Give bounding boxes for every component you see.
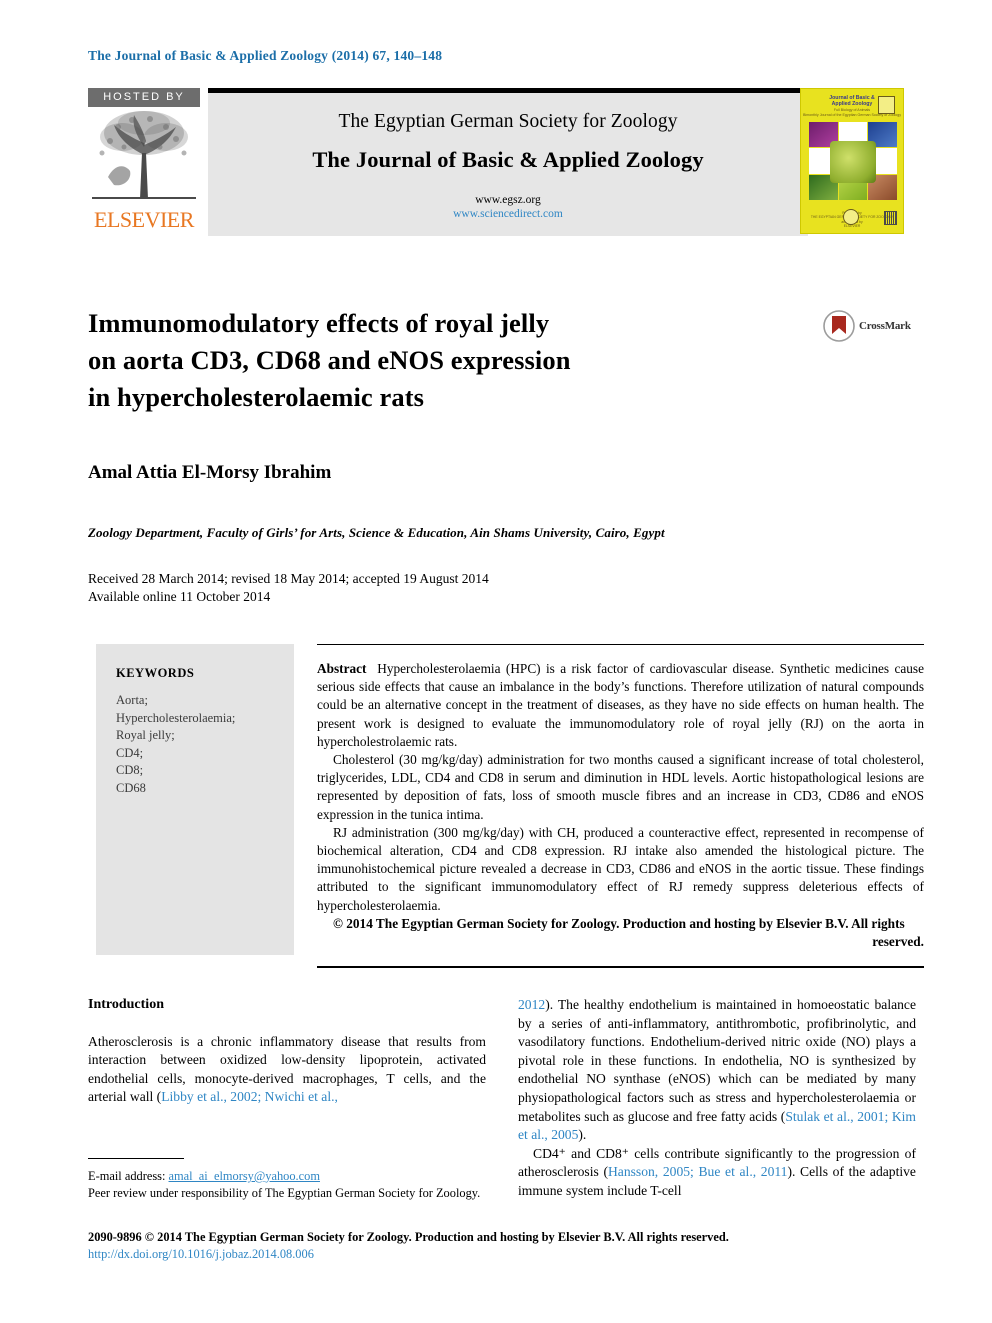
author-affiliation: Zoology Department, Faculty of Girls’ fo… <box>88 525 665 540</box>
sciencedirect-url[interactable]: www.sciencedirect.com <box>208 207 808 221</box>
abstract-copyright: © 2014 The Egyptian German Society for Z… <box>317 915 924 951</box>
society-name: The Egyptian German Society for Zoology <box>338 111 678 132</box>
abstract-top-rule <box>317 644 924 646</box>
elsevier-tree-icon <box>88 107 200 207</box>
email-label: E-mail address: <box>88 1169 166 1183</box>
keywords-list: Aorta; Hypercholesterolaemia; Royal jell… <box>116 692 235 797</box>
citation-link[interactable]: Libby et al., 2002; Nwichi et al., <box>161 1089 338 1104</box>
abstract-label: Abstract <box>317 661 367 676</box>
email-link[interactable]: amal_ai_elmorsy@yahoo.com <box>169 1169 320 1183</box>
title-line-1: Immunomodulatory effects of royal jelly <box>88 308 550 338</box>
citation-link[interactable]: 2012 <box>518 997 545 1012</box>
doi-link[interactable]: http://dx.doi.org/10.1016/j.jobaz.2014.0… <box>88 1246 918 1263</box>
keyword-item: Hypercholesterolaemia; <box>116 710 236 725</box>
copyright-tail: reserved. <box>872 934 924 950</box>
peer-review-note: Peer review under responsibility of The … <box>88 1185 481 1200</box>
keyword-item: CD68 <box>116 780 146 795</box>
email-line: E-mail address: amal_ai_elmorsy@yahoo.co… <box>88 1168 486 1185</box>
crossmark-badge[interactable]: CrossMark <box>823 310 923 344</box>
abstract-text-1: Hypercholesterolaemia (HPC) is a risk fa… <box>317 661 924 749</box>
citation-link[interactable]: Hansson, 2005; Bue et al., 2011 <box>608 1164 788 1179</box>
issn-copyright-line: 2090-9896 © 2014 The Egyptian German Soc… <box>88 1230 729 1244</box>
journal-urls: www.egsz.org www.sciencedirect.com <box>208 173 808 221</box>
keywords-heading: KEYWORDS <box>116 666 195 680</box>
keywords-box: KEYWORDS Aorta; Hypercholesterolaemia; R… <box>96 644 294 955</box>
keyword-item: CD8; <box>116 763 144 777</box>
author-name: Amal Attia El-Morsy Ibrahim <box>88 462 332 483</box>
elsevier-wordmark: ELSEVIER <box>94 207 194 232</box>
body-column-right: 2012). The healthy endothelium is mainta… <box>518 996 916 1201</box>
received-date: Received 28 March 2014; revised 18 May 2… <box>88 571 489 586</box>
section-heading-introduction: Introduction <box>88 997 164 1012</box>
cover-barcode-icon <box>884 211 897 225</box>
copyright-text: © 2014 The Egyptian German Society for Z… <box>333 915 905 931</box>
intro-paragraph-right: 2012). The healthy endothelium is mainta… <box>518 996 916 1145</box>
keyword-item: Royal jelly; <box>116 728 175 742</box>
journal-header-panel: The Egyptian German Society for Zoology … <box>208 93 808 236</box>
hosted-by-badge: HOSTED BY <box>88 88 200 107</box>
cover-seal-icon <box>843 209 859 225</box>
body-column-left: Introduction Atherosclerosis is a chroni… <box>88 996 486 1107</box>
elsevier-logo-block: HOSTED BY ELSEVIER <box>88 88 202 236</box>
intro-paragraph-left: Atherosclerosis is a chronic inflammator… <box>88 1033 486 1107</box>
title-line-2: on aorta CD3, CD68 and eNOS expression <box>88 345 571 375</box>
intro-text-cont: ). The healthy endothelium is maintained… <box>518 997 916 1124</box>
available-online-date: Available online 11 October 2014 <box>88 589 271 604</box>
abstract-paragraph-2: Cholesterol (30 mg/kg/day) administratio… <box>317 752 924 822</box>
crossmark-label: CrossMark <box>859 320 911 332</box>
cover-center-image <box>830 141 876 183</box>
abstract-paragraph-1: Abstract Hypercholesterolaemia (HPC) is … <box>317 660 924 751</box>
abstract-paragraph-3: RJ administration (300 mg/kg/day) with C… <box>317 824 924 913</box>
footnote-rule <box>88 1158 184 1160</box>
publisher-footer: 2090-9896 © 2014 The Egyptian German Soc… <box>88 1229 918 1263</box>
page-title: Immunomodulatory effects of royal jelly … <box>88 305 788 416</box>
society-url[interactable]: www.egsz.org <box>208 193 808 207</box>
abstract-block: Abstract Hypercholesterolaemia (HPC) is … <box>317 660 924 951</box>
keyword-item: CD4; <box>116 745 144 760</box>
intro-text-end: ). <box>578 1127 587 1143</box>
running-head: The Journal of Basic & Applied Zoology (… <box>88 48 443 63</box>
title-line-3: in hypercholesterolaemic rats <box>88 382 425 412</box>
journal-masthead: HOSTED BY ELSEVIER The Egyptian German S… <box>88 88 904 236</box>
footnote-block: E-mail address: amal_ai_elmorsy@yahoo.co… <box>88 1168 486 1201</box>
article-dates: Received 28 March 2014; revised 18 May 2… <box>88 570 489 606</box>
keyword-item: Aorta; <box>116 693 148 707</box>
abstract-bottom-rule <box>317 966 924 969</box>
crossmark-icon <box>823 310 855 342</box>
journal-title: The Journal of Basic & Applied Zoology <box>312 147 704 172</box>
article-page: The Journal of Basic & Applied Zoology (… <box>0 0 992 1323</box>
cd4-cd8-paragraph: CD4⁺ and CD8⁺ cells contribute significa… <box>518 1145 916 1201</box>
journal-cover-thumbnail: Journal of Basic & Applied Zoology Full B… <box>800 88 904 234</box>
cover-society-badge <box>878 96 895 114</box>
